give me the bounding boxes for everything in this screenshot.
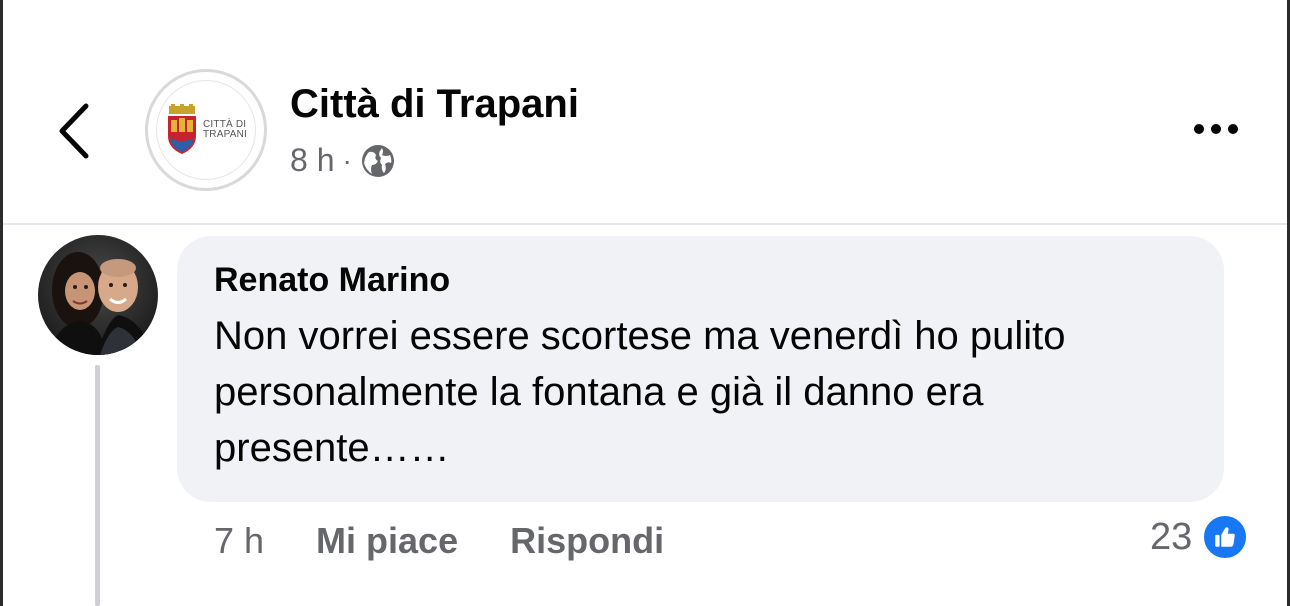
coat-of-arms-icon (168, 104, 196, 154)
more-dot (1211, 124, 1221, 134)
page-logo-frame: CITTÀ DI TRAPANI (156, 80, 256, 180)
comment-actions: 7 h Mi piace Rispondi (214, 520, 664, 562)
post-timestamp[interactable]: 8 h (290, 142, 334, 179)
thumbs-up-icon (1202, 514, 1249, 560)
thumbs-up-glyph (1215, 527, 1236, 547)
city-logo: CITTÀ DI TRAPANI (165, 104, 247, 156)
page-name-link[interactable]: Città di Trapani (290, 82, 579, 127)
back-button[interactable] (48, 96, 98, 166)
meta-separator: · (342, 144, 352, 176)
more-options-button[interactable] (1183, 112, 1249, 146)
comment-author[interactable]: Renato Marino (214, 261, 450, 300)
globe-icon[interactable] (360, 143, 396, 179)
window-border-left (0, 0, 3, 606)
logo-text-line2: TRAPANI (203, 129, 247, 140)
page-avatar[interactable]: CITTÀ DI TRAPANI (145, 69, 267, 191)
more-dot (1228, 124, 1238, 134)
thread-line (95, 365, 100, 606)
commenter-avatar[interactable] (38, 235, 158, 355)
more-dot (1194, 124, 1204, 134)
header-divider (3, 223, 1287, 225)
reaction-count: 23 (1150, 515, 1193, 558)
reply-button[interactable]: Rispondi (510, 520, 664, 562)
chevron-left-icon (59, 103, 89, 159)
comment-text: Non vorrei essere scortese ma venerdì ho… (214, 314, 1066, 470)
like-button[interactable]: Mi piace (316, 520, 458, 562)
post-meta: 8 h · (290, 142, 396, 179)
reaction-summary[interactable]: 23 (1150, 514, 1249, 560)
comment-timestamp[interactable]: 7 h (214, 520, 264, 562)
profile-photo (38, 235, 158, 355)
